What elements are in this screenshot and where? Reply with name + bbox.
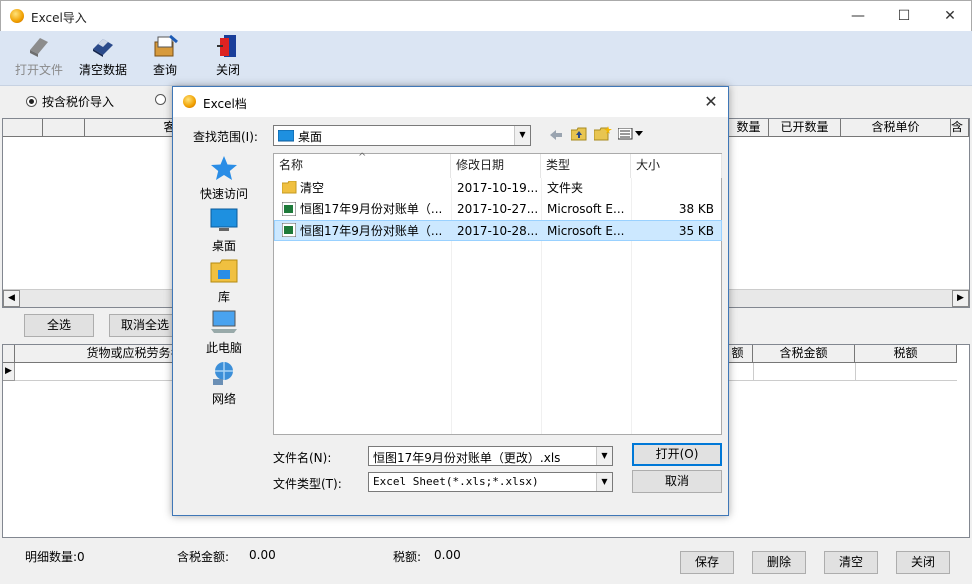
open-button[interactable]: 打开(O) [632,443,722,466]
delete-button[interactable]: 删除 [752,551,806,574]
app-icon [10,9,24,23]
place-network[interactable]: 网络 [191,360,257,407]
grid-header [3,345,15,363]
grid-header[interactable]: 数量 [729,119,769,137]
grid-header[interactable]: 含 [951,119,969,137]
tax-label: 税额: [393,550,422,564]
list-item[interactable]: 恒图17年9月份对账单（... 2017-10-27... Microsoft … [274,199,722,220]
grid-header[interactable]: 已开数量 [769,119,841,137]
lookin-label: 查找范围(I): [193,130,258,144]
grid-header[interactable] [3,119,43,137]
cell-divider [855,363,856,381]
close-bottom-button[interactable]: 关闭 [896,551,950,574]
place-this-pc[interactable]: 此电脑 [191,309,257,356]
places-bar: 快速访问 桌面 库 此电脑 网络 [191,151,257,433]
close-button[interactable]: 关闭 [210,34,246,82]
excel-open-dialog: Excel档 ✕ 查找范围(I): 桌面 ▼ 快速访问 桌面 库 此电脑 网络 [172,86,729,516]
amount-value: 0.00 [249,548,276,562]
place-library[interactable]: 库 [191,258,257,305]
clear-button[interactable]: 清空 [824,551,878,574]
cancel-button[interactable]: 取消 [632,470,722,493]
list-item-selected[interactable]: 恒图17年9月份对账单（... 2017-10-28... Microsoft … [274,220,722,241]
row-pointer-icon[interactable]: ▶ [3,363,15,381]
open-file-icon [30,38,48,57]
close-window-button[interactable]: ✕ [927,1,972,32]
grid-header[interactable]: 含税金额 [753,345,855,363]
radio-unselected-icon [155,94,166,105]
filetype-select[interactable]: Excel Sheet(*.xls;*.xlsx) ▼ [368,472,613,492]
sort-ascending-icon: ^ [358,152,367,163]
tax-included-radio[interactable]: 按含税价导入 [26,93,114,110]
new-folder-icon[interactable] [594,126,612,141]
query-button[interactable]: 查询 [147,34,183,82]
excel-file-icon [282,223,296,237]
save-button[interactable]: 保存 [680,551,734,574]
window-titlebar: Excel导入 — ☐ ✕ [0,0,972,31]
desktop-small-icon [278,130,294,142]
library-icon [210,259,238,283]
grid-header[interactable] [43,119,85,137]
chevron-down-icon[interactable]: ▼ [596,447,612,465]
computer-icon [211,310,237,333]
folder-icon [282,181,297,194]
place-desktop[interactable]: 桌面 [191,207,257,254]
chevron-down-icon[interactable]: ▼ [514,126,530,145]
open-file-button[interactable]: 打开文件 [12,34,66,82]
filename-label: 文件名(N): [273,451,332,465]
star-icon [211,156,237,180]
file-list[interactable]: 名称 ^ 修改日期 类型 大小 清空 2017-10-19... 文件夹 恒图1… [273,152,722,435]
desktop-icon [210,208,238,231]
dialog-app-icon [183,95,196,108]
eraser-icon [93,39,113,57]
amount-label: 含税金额: [177,550,230,564]
deselect-all-button[interactable]: 取消全选 [109,314,181,337]
dialog-titlebar: Excel档 ✕ [173,87,728,117]
cell-divider [753,363,754,381]
back-arrow-icon[interactable] [549,129,563,141]
dialog-title: Excel档 [203,97,247,111]
toolbar: 打开文件 清空数据 查询 关闭 [0,31,972,86]
maximize-button[interactable]: ☐ [881,1,927,32]
scroll-left-icon[interactable]: ◀ [3,290,20,307]
grid-header[interactable]: 税额 [855,345,957,363]
up-folder-icon[interactable] [571,127,587,141]
select-all-button[interactable]: 全选 [24,314,94,337]
radio-selected-icon [26,96,37,107]
dialog-close-button[interactable]: ✕ [700,91,722,113]
scroll-right-icon[interactable]: ▶ [952,290,969,307]
view-menu-icon[interactable] [618,128,644,140]
chevron-down-icon[interactable]: ▼ [596,473,612,491]
column-type[interactable]: 类型 [541,154,631,178]
excel-file-icon [282,202,296,216]
list-item[interactable]: 清空 2017-10-19... 文件夹 [274,178,722,199]
column-date[interactable]: 修改日期 [451,154,541,178]
grid-header[interactable]: 含税单价 [841,119,951,137]
filename-field[interactable]: 恒图17年9月份对账单（更改）.xls ▼ [368,446,613,466]
clear-data-button[interactable]: 清空数据 [75,34,131,82]
filetype-label: 文件类型(T): [273,477,342,491]
place-quick-access[interactable]: 快速访问 [191,155,257,202]
network-icon [213,362,233,385]
query-icon [154,34,178,57]
detail-count: 明细数量:0 [25,550,85,564]
tax-value: 0.00 [434,548,461,562]
minimize-button[interactable]: — [835,1,881,32]
exit-door-icon [217,35,236,57]
column-size[interactable]: 大小 [631,154,722,178]
second-radio[interactable] [155,93,171,107]
lookin-combo[interactable]: 桌面 ▼ [273,125,531,146]
window-title: Excel导入 [31,11,87,25]
